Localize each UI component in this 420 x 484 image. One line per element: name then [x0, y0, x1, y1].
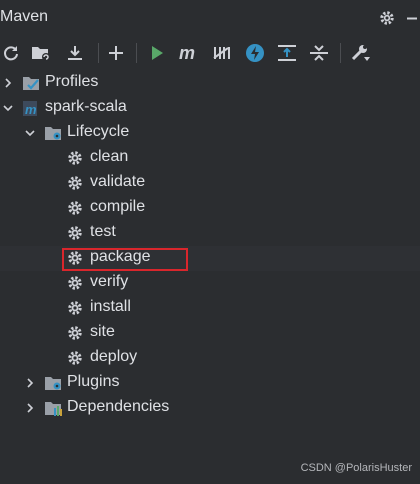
- run-icon[interactable]: [146, 42, 168, 64]
- profiles-icon: [22, 74, 40, 92]
- download-icon[interactable]: [64, 42, 86, 64]
- add-icon[interactable]: [105, 42, 127, 64]
- chevron-right-icon[interactable]: [0, 75, 16, 91]
- goal-label: validate: [90, 173, 146, 190]
- tree-item-dependencies[interactable]: Dependencies: [0, 396, 420, 421]
- maven-goal-icon[interactable]: m: [178, 42, 200, 64]
- svg-text:m: m: [179, 44, 195, 62]
- goal-label: site: [90, 323, 115, 340]
- goal-label: clean: [90, 148, 129, 165]
- reload-icon[interactable]: [0, 42, 22, 64]
- toggle-offline-icon[interactable]: [210, 42, 232, 64]
- goal-item-clean[interactable]: clean: [0, 146, 420, 171]
- goal-gear-icon: [66, 224, 84, 242]
- gear-icon[interactable]: [377, 8, 397, 28]
- goal-item-install[interactable]: install: [0, 296, 420, 321]
- goal-gear-icon: [66, 274, 84, 292]
- goal-label: deploy: [90, 348, 138, 365]
- goal-gear-icon: [66, 349, 84, 367]
- goal-label: install: [90, 298, 131, 315]
- goal-item-verify[interactable]: verify: [0, 271, 420, 296]
- goal-gear-icon: [66, 199, 84, 217]
- panel-title: Maven: [0, 8, 49, 25]
- tree-item-label: Lifecycle: [67, 123, 130, 140]
- watermark: CSDN @PolarisHuster: [300, 462, 412, 474]
- tree-item-label: Plugins: [67, 373, 120, 390]
- goal-item-site[interactable]: site: [0, 321, 420, 346]
- highlight-annotation: [62, 248, 188, 271]
- tree-item-profiles[interactable]: Profiles: [0, 71, 420, 96]
- panel-header: Maven: [0, 0, 420, 36]
- chevron-right-icon[interactable]: [22, 400, 38, 416]
- dependencies-folder-icon: [44, 399, 62, 417]
- svg-text:m: m: [25, 102, 37, 117]
- wrench-icon[interactable]: [350, 42, 372, 64]
- chevron-right-icon[interactable]: [22, 375, 38, 391]
- maven-project-icon: m: [22, 99, 40, 117]
- chevron-down-icon[interactable]: [22, 125, 38, 141]
- goal-gear-icon: [66, 149, 84, 167]
- tree-item-lifecycle[interactable]: Lifecycle: [0, 121, 420, 146]
- maven-toolbar: m: [0, 38, 420, 68]
- lifecycle-folder-icon: [44, 124, 62, 142]
- tree-item-plugins[interactable]: Plugins: [0, 371, 420, 396]
- collapse-all-icon[interactable]: [308, 42, 330, 64]
- goal-item-validate[interactable]: validate: [0, 171, 420, 196]
- show-dependencies-icon[interactable]: [276, 42, 298, 64]
- tree-item-project[interactable]: m spark-scala: [0, 96, 420, 121]
- goal-item-compile[interactable]: compile: [0, 196, 420, 221]
- tree-item-label: Dependencies: [67, 398, 170, 415]
- goal-gear-icon: [66, 174, 84, 192]
- toolbar-separator: [136, 43, 137, 63]
- skip-tests-icon[interactable]: [244, 42, 266, 64]
- goal-label: verify: [90, 273, 129, 290]
- toolbar-separator: [340, 43, 341, 63]
- plugins-folder-icon: [44, 374, 62, 392]
- generate-sources-icon[interactable]: [30, 42, 52, 64]
- toolbar-separator: [98, 43, 99, 63]
- goal-gear-icon: [66, 299, 84, 317]
- goal-label: compile: [90, 198, 146, 215]
- tree-item-label: spark-scala: [45, 98, 127, 115]
- goal-item-test[interactable]: test: [0, 221, 420, 246]
- minimize-icon[interactable]: [402, 8, 420, 28]
- goal-gear-icon: [66, 324, 84, 342]
- goal-label: test: [90, 223, 116, 240]
- tree-item-label: Profiles: [45, 73, 99, 90]
- chevron-down-icon[interactable]: [0, 100, 16, 116]
- goal-item-deploy[interactable]: deploy: [0, 346, 420, 371]
